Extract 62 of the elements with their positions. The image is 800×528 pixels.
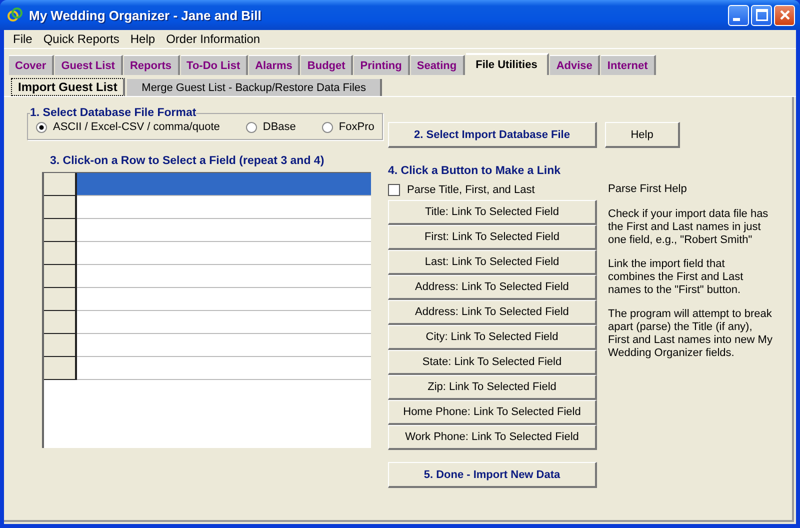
menu-item[interactable]: File xyxy=(8,32,38,46)
help-button[interactable]: Help xyxy=(605,122,680,148)
tab[interactable]: Advise xyxy=(550,55,600,75)
tab[interactable]: Cover xyxy=(9,55,54,75)
menu-item[interactable]: Quick Reports xyxy=(38,32,126,46)
tab[interactable]: Reports xyxy=(124,55,180,75)
row-header[interactable] xyxy=(44,288,77,311)
window-title: My Wedding Organizer - Jane and Bill xyxy=(29,8,262,22)
maximize-button[interactable] xyxy=(751,4,772,26)
link-field-button[interactable]: Title: Link To Selected Field xyxy=(388,200,597,225)
radio-option[interactable]: DBase xyxy=(246,121,296,133)
row-header[interactable] xyxy=(44,242,77,265)
maximize-icon xyxy=(756,9,768,21)
help-title: Parse First Help xyxy=(608,183,688,197)
radio-option[interactable]: ASCII / Excel-CSV / comma/quote xyxy=(36,121,220,133)
tab[interactable]: To-Do List xyxy=(180,55,248,75)
tab[interactable]: Internet xyxy=(601,55,656,75)
help-paragraph: The program will attempt to break apart (parse) the Title (if any), First and Last names into new My Wedding Organizer fields. xyxy=(608,308,774,360)
rings-icon xyxy=(7,7,23,23)
row-header[interactable] xyxy=(44,265,77,288)
group-title: 1. Select Database File Format xyxy=(30,107,196,119)
radio-icon[interactable] xyxy=(36,122,47,132)
section-heading: 4. Click a Button to Make a Link xyxy=(388,165,562,177)
row-header[interactable] xyxy=(44,311,77,334)
checkbox[interactable] xyxy=(388,184,400,196)
tab[interactable]: Guest List xyxy=(55,55,123,75)
tab[interactable]: Alarms xyxy=(249,55,300,75)
menu-item[interactable]: Help xyxy=(125,32,162,46)
tab[interactable]: Printing xyxy=(354,55,410,75)
link-field-button[interactable]: State: Link To Selected Field xyxy=(388,350,597,375)
radio-option[interactable]: FoxPro xyxy=(322,121,374,133)
tab[interactable]: Seating xyxy=(410,55,465,75)
row-header[interactable] xyxy=(44,219,77,242)
row-header[interactable] xyxy=(44,196,77,219)
help-paragraph: Link the import field that combines the First and Last names to the "First" button. xyxy=(608,258,744,297)
menu-item[interactable]: Order Information xyxy=(161,32,266,46)
link-field-button[interactable]: Last: Link To Selected Field xyxy=(388,250,597,275)
close-icon xyxy=(780,10,790,20)
row-header[interactable] xyxy=(44,173,77,196)
link-field-button[interactable]: Address: Link To Selected Field xyxy=(388,275,597,300)
close-button[interactable] xyxy=(774,4,795,26)
radio-icon[interactable] xyxy=(246,122,257,132)
link-field-button[interactable]: First: Link To Selected Field xyxy=(388,225,597,250)
parse-checkbox[interactable]: Parse Title, First, and Last xyxy=(388,183,597,197)
link-field-button[interactable]: Work Phone: Link To Selected Field xyxy=(388,425,597,450)
link-field-button[interactable]: Zip: Link To Selected Field xyxy=(388,375,597,400)
link-field-button[interactable]: Address: Link To Selected Field xyxy=(388,300,597,325)
select-file-button[interactable]: 2. Select Import Database File xyxy=(388,122,597,148)
link-field-button[interactable]: Home Phone: Link To Selected Field xyxy=(388,400,597,425)
link-field-button[interactable]: City: Link To Selected Field xyxy=(388,325,597,350)
tab[interactable]: File Utilities xyxy=(466,53,550,75)
tab[interactable]: Import Guest List xyxy=(11,78,126,96)
minimize-button[interactable] xyxy=(728,4,749,26)
minimize-icon xyxy=(733,18,740,20)
done-import-button[interactable]: 5. Done - Import New Data xyxy=(388,462,597,488)
radio-icon[interactable] xyxy=(322,122,333,132)
help-paragraph: Check if your import data file has the First and Last names in just one field, e.g., "Robert Smith" xyxy=(608,208,770,247)
row-header[interactable] xyxy=(44,357,77,380)
row-header[interactable] xyxy=(44,334,77,357)
grid-heading: 3. Click-on a Row to Select a Field (repeat 3 and 4) xyxy=(50,155,326,167)
tab[interactable]: Merge Guest List - Backup/Restore Data Files xyxy=(127,79,382,96)
tab[interactable]: Budget xyxy=(301,55,354,75)
